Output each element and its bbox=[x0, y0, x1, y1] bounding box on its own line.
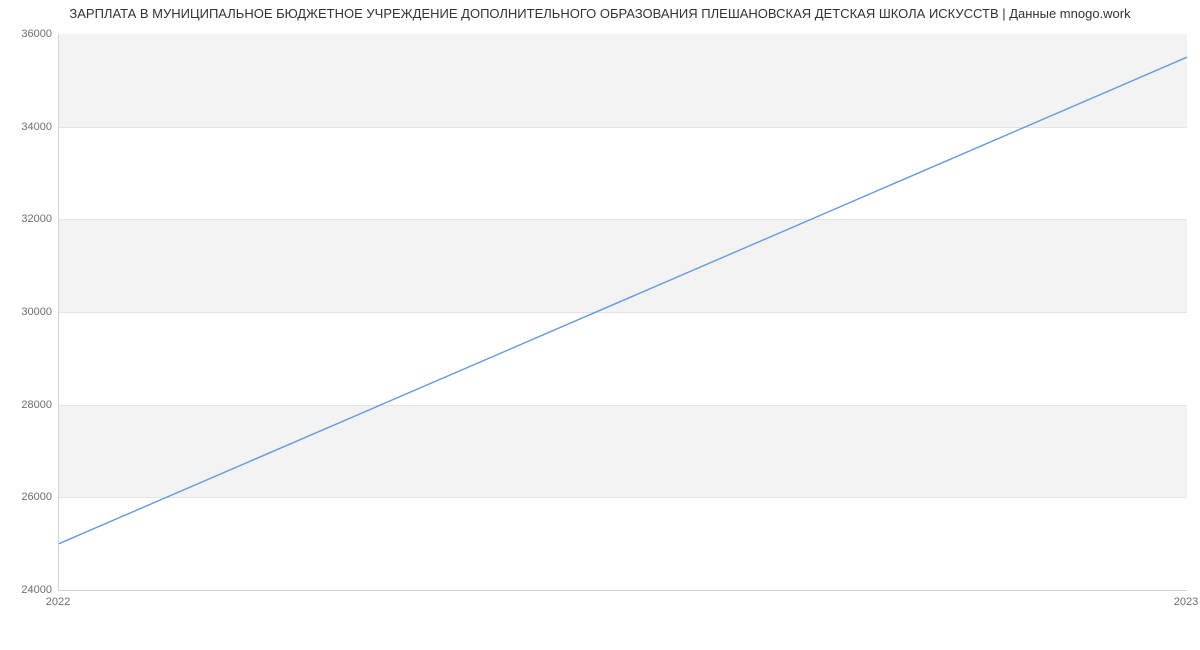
y-tick-label: 32000 bbox=[8, 213, 52, 225]
y-tick-label: 34000 bbox=[8, 121, 52, 133]
x-tick-label: 2023 bbox=[1174, 596, 1198, 608]
chart-title: ЗАРПЛАТА В МУНИЦИПАЛЬНОЕ БЮДЖЕТНОЕ УЧРЕЖ… bbox=[0, 6, 1200, 21]
x-tick-label: 2022 bbox=[46, 596, 70, 608]
y-tick-label: 28000 bbox=[8, 399, 52, 411]
plot-area bbox=[58, 34, 1187, 591]
y-tick-label: 36000 bbox=[8, 28, 52, 40]
y-tick-label: 30000 bbox=[8, 306, 52, 318]
y-tick-label: 26000 bbox=[8, 491, 52, 503]
data-line bbox=[59, 34, 1187, 590]
y-tick-label: 24000 bbox=[8, 584, 52, 596]
chart-container: ЗАРПЛАТА В МУНИЦИПАЛЬНОЕ БЮДЖЕТНОЕ УЧРЕЖ… bbox=[0, 0, 1200, 650]
